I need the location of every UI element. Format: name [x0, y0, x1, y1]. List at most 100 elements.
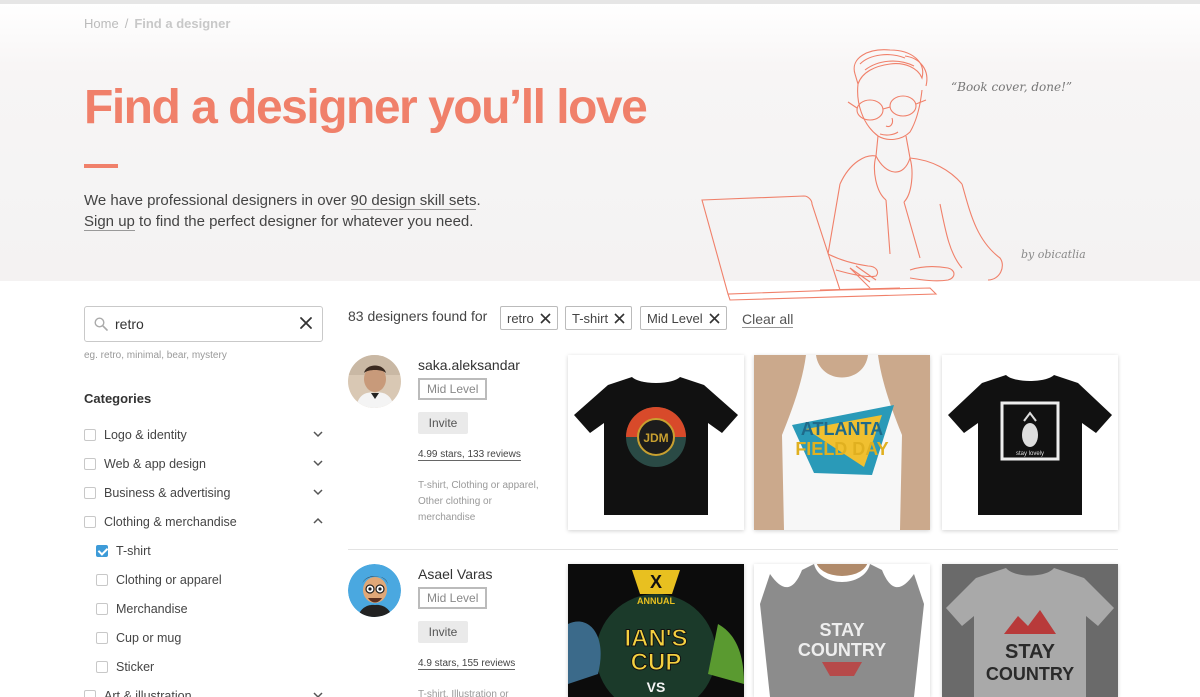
hero-description: We have professional designers in over 9… — [84, 190, 481, 232]
category-item[interactable]: Cup or mug — [84, 623, 324, 652]
hero-line2-suffix: to find the perfect designer for whateve… — [134, 213, 474, 230]
filter-chip-label: Mid Level — [647, 310, 703, 326]
filter-chip-label: T-shirt — [572, 310, 609, 326]
thumb-text: FIELD DAY — [795, 439, 888, 459]
category-label: Cup or mug — [116, 630, 182, 645]
category-item[interactable]: Clothing & merchandise — [84, 507, 324, 536]
category-item[interactable]: Art & illustration — [84, 681, 324, 697]
checkbox[interactable] — [96, 660, 108, 673]
remove-filter-icon[interactable] — [540, 312, 551, 324]
thumb-text: ATLANTA — [801, 419, 883, 439]
breadcrumb-separator: / — [124, 16, 129, 31]
search-input[interactable] — [115, 313, 295, 335]
portfolio-thumbnail[interactable]: JDM — [568, 355, 744, 530]
filter-chip-retro[interactable]: retro — [500, 306, 558, 330]
checkbox[interactable] — [96, 602, 108, 615]
clear-all-link[interactable]: Clear all — [742, 311, 794, 328]
thumb-text: CUP — [631, 649, 682, 676]
portfolio-thumbnail[interactable]: ATLANTA FIELD DAY — [754, 355, 930, 530]
category-item[interactable]: Merchandise — [84, 594, 324, 623]
category-label: Clothing & merchandise — [104, 514, 237, 529]
skills-text: T-shirt, Clothing or apparel, Other clot… — [418, 480, 539, 523]
thumb-text: ANNUAL — [637, 596, 675, 606]
avatar[interactable] — [348, 355, 401, 408]
illustration-quote: “Book cover, done!” — [951, 80, 1073, 94]
title-underline-rule — [84, 164, 118, 168]
portfolio-thumbnail[interactable]: STAY COUNTRY — [754, 564, 930, 697]
hero-section — [0, 4, 1200, 281]
category-item[interactable]: Web & app design — [84, 449, 324, 478]
thumb-text: VS — [647, 679, 666, 695]
chevron-down-icon[interactable] — [312, 486, 324, 498]
category-label: T-shirt — [116, 543, 151, 558]
checkbox[interactable] — [96, 631, 108, 644]
portfolio-thumbnail[interactable]: stay lovely — [942, 355, 1118, 530]
thumb-text: STAY — [1005, 641, 1056, 663]
designer-card: Asael Varas Mid Level Invite 4.9 stars, … — [348, 564, 1118, 697]
level-badge: Mid Level — [418, 587, 488, 609]
checkbox[interactable] — [84, 689, 96, 697]
chevron-up-icon[interactable] — [312, 515, 324, 527]
skills-text: T-shirt, Illustration or — [418, 689, 509, 697]
category-label: Business & advertising — [104, 485, 231, 500]
search-icon — [94, 317, 108, 331]
checkbox[interactable] — [84, 428, 96, 441]
designer-name[interactable]: saka.aleksandar — [418, 357, 520, 373]
portfolio-thumbnail[interactable]: X ANNUAL IAN'S CUP VS — [568, 564, 744, 697]
breadcrumb-home[interactable]: Home — [84, 16, 119, 31]
search-hint: eg. retro, minimal, bear, mystery — [84, 350, 227, 361]
category-label: Art & illustration — [104, 688, 192, 697]
category-item[interactable]: Sticker — [84, 652, 324, 681]
chevron-down-icon[interactable] — [312, 428, 324, 440]
designer-divider — [348, 549, 1118, 550]
checkbox[interactable] — [84, 486, 96, 499]
thumb-text: stay lovely — [1016, 451, 1044, 457]
clear-search-icon[interactable] — [299, 316, 313, 330]
category-item[interactable]: Clothing or apparel — [84, 565, 324, 594]
search-field[interactable] — [84, 306, 323, 342]
portfolio-thumbnail[interactable]: STAY COUNTRY — [942, 564, 1118, 697]
illustration-credit: by obicatlia — [1021, 248, 1086, 261]
thumb-text: IAN'S — [624, 625, 687, 652]
level-badge: Mid Level — [418, 378, 488, 400]
designer-name[interactable]: Asael Varas — [418, 566, 492, 582]
category-item[interactable]: T-shirt — [84, 536, 324, 565]
category-item[interactable]: Logo & identity — [84, 420, 324, 449]
chevron-down-icon[interactable] — [312, 457, 324, 469]
skill-sets-link[interactable]: 90 design skill sets — [350, 192, 477, 210]
filter-chip-label: retro — [507, 310, 534, 326]
checkbox[interactable] — [84, 515, 96, 528]
chevron-down-icon[interactable] — [312, 689, 324, 697]
categories-list: Logo & identity Web & app design Business … — [84, 420, 324, 697]
hero-line1-suffix: . — [476, 192, 481, 209]
filter-chip-mid-level[interactable]: Mid Level — [640, 306, 727, 330]
remove-filter-icon[interactable] — [709, 312, 720, 324]
categories-heading: Categories — [84, 391, 152, 406]
designer-card: saka.aleksandar Mid Level Invite 4.99 st… — [348, 355, 1118, 535]
avatar[interactable] — [348, 564, 401, 617]
category-label: Clothing or apparel — [116, 572, 222, 587]
invite-button[interactable]: Invite — [418, 621, 468, 643]
checkbox[interactable] — [84, 457, 96, 470]
page-title: Find a designer you’ll love — [84, 81, 648, 134]
invite-button[interactable]: Invite — [418, 412, 468, 434]
checkbox-checked[interactable] — [96, 544, 108, 557]
sign-up-link[interactable]: Sign up — [84, 213, 135, 231]
category-label: Sticker — [116, 659, 155, 674]
thumb-text: COUNTRY — [986, 664, 1074, 684]
hero-line1-prefix: We have professional designers in over — [84, 192, 351, 209]
thumb-text: STAY — [819, 620, 864, 640]
category-label: Merchandise — [116, 601, 188, 616]
thumb-text: X — [650, 572, 662, 592]
rating-link[interactable]: 4.99 stars, 133 reviews — [418, 449, 521, 461]
category-label: Logo & identity — [104, 427, 187, 442]
filter-chip-tshirt[interactable]: T-shirt — [565, 306, 633, 330]
thumb-text: JDM — [643, 431, 668, 445]
remove-filter-icon[interactable] — [614, 312, 625, 324]
checkbox[interactable] — [96, 573, 108, 586]
thumb-text: COUNTRY — [798, 640, 886, 660]
breadcrumb-current: Find a designer — [134, 16, 231, 31]
rating-link[interactable]: 4.9 stars, 155 reviews — [418, 658, 516, 670]
category-item[interactable]: Business & advertising — [84, 478, 324, 507]
breadcrumb: Home / Find a designer — [84, 16, 230, 31]
